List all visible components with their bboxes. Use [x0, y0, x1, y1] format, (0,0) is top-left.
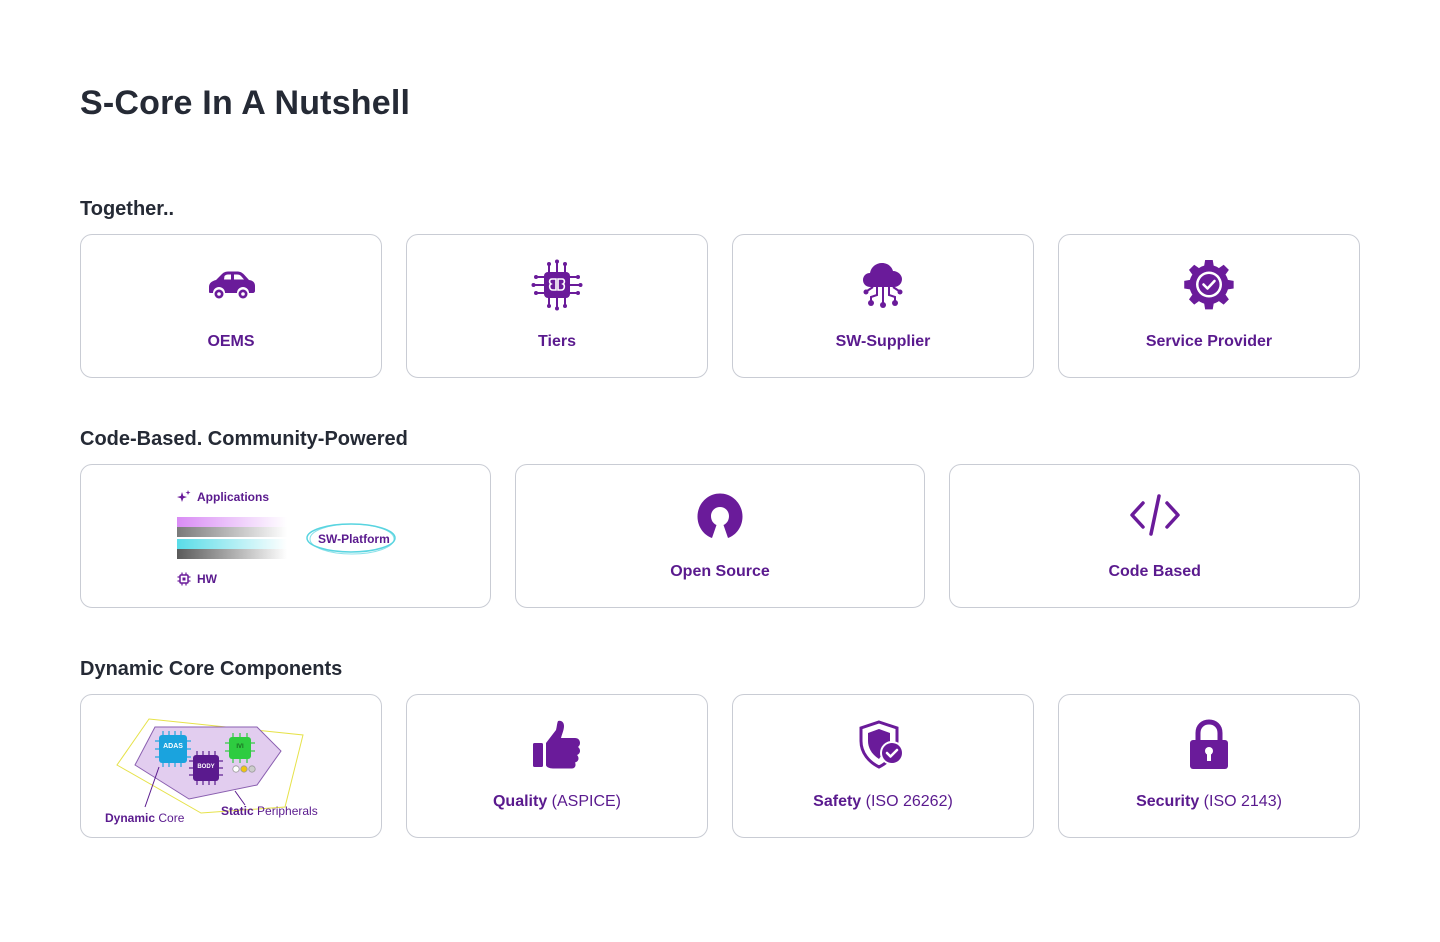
card-label: SW-Supplier	[835, 333, 931, 350]
gear-check-icon	[1181, 257, 1237, 313]
card-sw-supplier[interactable]: SW-Supplier	[732, 234, 1034, 378]
chip-icon	[177, 572, 191, 586]
dynamic-cards: ADAS BODY IVI Dynamic Core Static Periph…	[80, 694, 1360, 838]
cloud-network-icon	[855, 257, 911, 313]
card-open-source[interactable]: Open Source	[514, 464, 926, 608]
code-icon	[1127, 487, 1183, 543]
car-icon	[203, 257, 259, 313]
card-security[interactable]: Security (ISO 2143)	[1058, 694, 1360, 838]
card-label: Security (ISO 2143)	[1136, 793, 1282, 810]
card-quality[interactable]: Quality (ASPICE)	[406, 694, 708, 838]
lock-icon	[1181, 717, 1237, 773]
layer-bar	[177, 517, 287, 527]
layer-bar	[177, 539, 287, 549]
sparkle-icon	[177, 490, 191, 502]
shield-check-icon	[855, 717, 911, 773]
card-safety[interactable]: Safety (ISO 26262)	[732, 694, 1034, 838]
card-code-based[interactable]: Code Based	[949, 464, 1361, 608]
code-cards: Applications SW-Platform HW Open Source …	[80, 464, 1361, 608]
open-source-icon	[692, 487, 748, 543]
layer-bar	[177, 549, 287, 559]
platform-diagram: Applications SW-Platform HW	[81, 465, 490, 607]
dynamic-core-diagram: ADAS BODY IVI Dynamic Core Static Periph…	[81, 695, 381, 837]
dynamic-core-label: Dynamic Core	[105, 811, 185, 825]
card-label: Quality (ASPICE)	[492, 793, 622, 810]
hw-layer: HW	[177, 572, 217, 586]
card-label: OEMS	[207, 333, 255, 350]
card-label: Tiers	[538, 333, 576, 350]
ivi-label: IVI	[236, 744, 244, 750]
card-service-provider[interactable]: Service Provider	[1058, 234, 1360, 378]
page-title: S-Core In A Nutshell	[80, 84, 411, 122]
card-label: Open Source	[670, 563, 770, 580]
card-label: Service Provider	[1145, 333, 1273, 350]
thumbs-up-icon	[529, 717, 585, 773]
card-dynamic-core-diagram: ADAS BODY IVI Dynamic Core Static Periph…	[80, 694, 382, 838]
applications-layer: Applications	[177, 490, 269, 504]
section-title-dynamic: Dynamic Core Components	[80, 658, 343, 680]
card-platform-diagram: Applications SW-Platform HW	[80, 464, 491, 608]
section-title-code: Code-Based. Community-Powered	[80, 428, 408, 450]
card-label: Code Based	[1108, 563, 1201, 580]
hw-label: HW	[197, 572, 217, 586]
applications-label: Applications	[197, 490, 270, 504]
together-cards: OEMS Tiers SW-Supplier Service Provider	[80, 234, 1360, 378]
card-label: Safety (ISO 26262)	[813, 793, 953, 810]
static-peripherals-label: Static Peripherals	[221, 804, 318, 818]
chip-brain-icon	[529, 257, 585, 313]
card-oems[interactable]: OEMS	[80, 234, 382, 378]
body-label: BODY	[197, 764, 215, 770]
sw-platform-label: SW-Platform	[318, 532, 390, 546]
section-title-together: Together..	[80, 198, 175, 220]
card-tiers[interactable]: Tiers	[406, 234, 708, 378]
layer-bar	[177, 527, 287, 537]
adas-label: ADAS	[163, 743, 183, 750]
